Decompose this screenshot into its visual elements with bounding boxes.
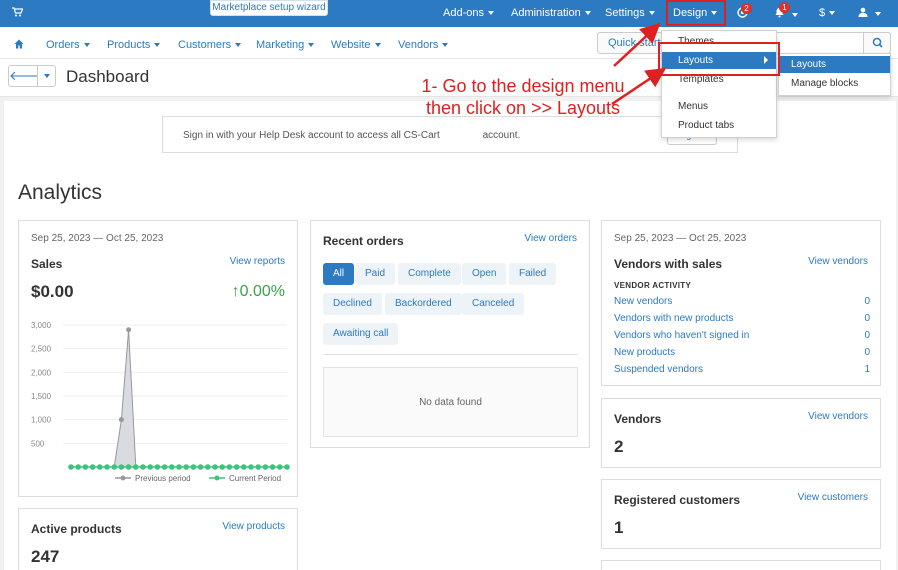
- annotation-text: 1- Go to the design menu then click on >…: [421, 76, 625, 118]
- annotation-arrow: [613, 22, 661, 67]
